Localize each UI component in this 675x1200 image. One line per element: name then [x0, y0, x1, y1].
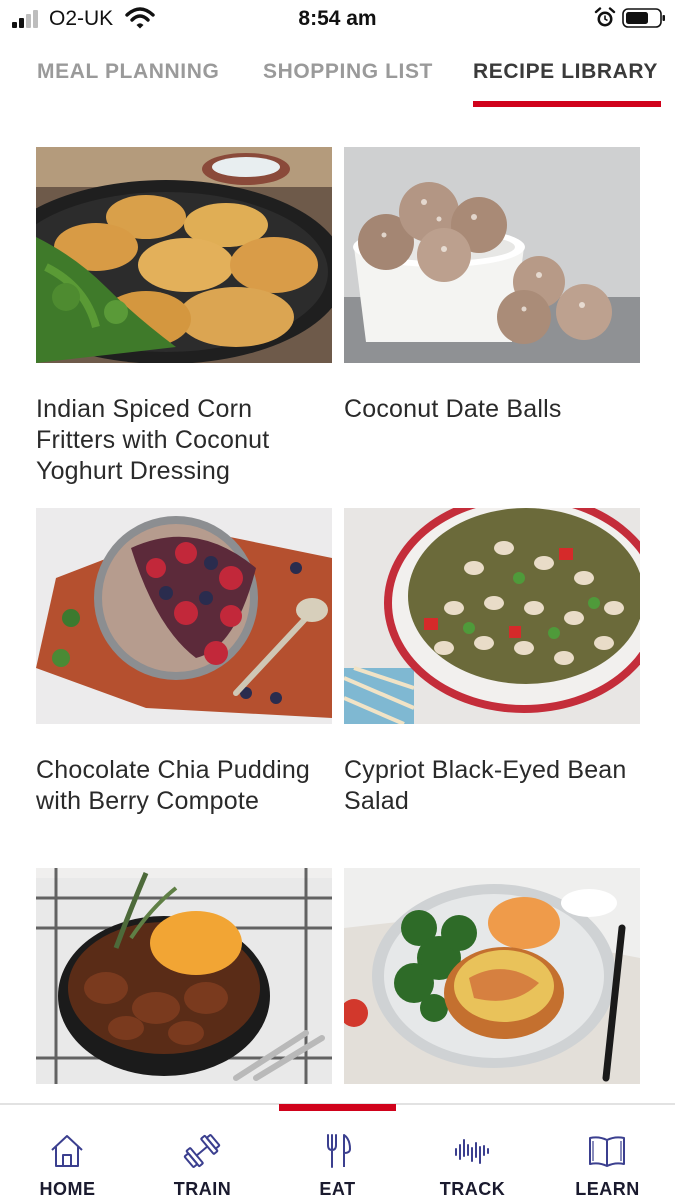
recipe-image-coconut-date-balls: [344, 147, 640, 363]
top-tabs: MEAL PLANNING SHOPPING LIST RECIPE LIBRA…: [0, 52, 675, 108]
nav-label: TRACK: [439, 1179, 506, 1199]
recipe-card[interactable]: Chocolate Chia Pudding with Berry Compot…: [36, 508, 332, 817]
recipe-title: Cypriot Black-Eyed Bean Salad: [344, 756, 627, 815]
nav-label: EAT: [319, 1179, 356, 1199]
nav-label: HOME: [39, 1179, 96, 1199]
recipe-card[interactable]: Coconut Date Balls: [344, 147, 640, 425]
active-tab-underline: [473, 101, 661, 107]
cutlery-icon: [327, 1134, 351, 1168]
book-icon: [589, 1136, 625, 1167]
recipe-image-corn-fritters: [0, 147, 346, 364]
tab-recipe-library[interactable]: RECIPE LIBRARY: [473, 60, 658, 84]
bottom-navigation: HOME TRAIN EAT TRACK LEARN: [0, 1103, 675, 1200]
recipe-card[interactable]: Indian Spiced Corn Fritters with Coconut…: [0, 147, 346, 487]
recipe-card[interactable]: [340, 868, 640, 1115]
clock-time: 8:54 am: [298, 7, 377, 30]
recipe-card[interactable]: Cypriot Black-Eyed Bean Salad: [343, 493, 664, 817]
activity-icon: [455, 1139, 489, 1164]
nav-item-home[interactable]: HOME: [0, 1105, 135, 1200]
nav-item-learn[interactable]: LEARN: [540, 1105, 675, 1200]
tab-meal-planning[interactable]: MEAL PLANNING: [37, 60, 219, 84]
recipe-image-chicken-parmigiana: [340, 868, 640, 1084]
status-bar: O2-UK 8:54 am: [0, 0, 675, 38]
recipe-title: Coconut Date Balls: [344, 395, 562, 423]
nav-item-train[interactable]: TRAIN: [135, 1105, 270, 1200]
recipe-image-bean-salad: [343, 493, 664, 726]
home-icon: [51, 1135, 83, 1167]
nav-item-eat[interactable]: EAT: [270, 1105, 405, 1200]
recipe-image-chia-pudding: [36, 508, 332, 724]
recipe-card[interactable]: [36, 868, 332, 1115]
recipe-title: Chocolate Chia Pudding with Berry Compot…: [36, 756, 311, 815]
battery-icon: [622, 8, 665, 28]
nav-item-track[interactable]: TRACK: [405, 1105, 540, 1200]
dumbbell-icon: [183, 1134, 221, 1168]
nav-label: TRAIN: [173, 1179, 232, 1199]
nav-label: LEARN: [575, 1179, 640, 1199]
alarm-icon: [594, 7, 616, 27]
recipe-image-beef-stew: [36, 868, 332, 1084]
tab-shopping-list[interactable]: SHOPPING LIST: [263, 60, 433, 84]
recipe-title: Indian Spiced Corn Fritters with Coconut…: [36, 395, 270, 485]
